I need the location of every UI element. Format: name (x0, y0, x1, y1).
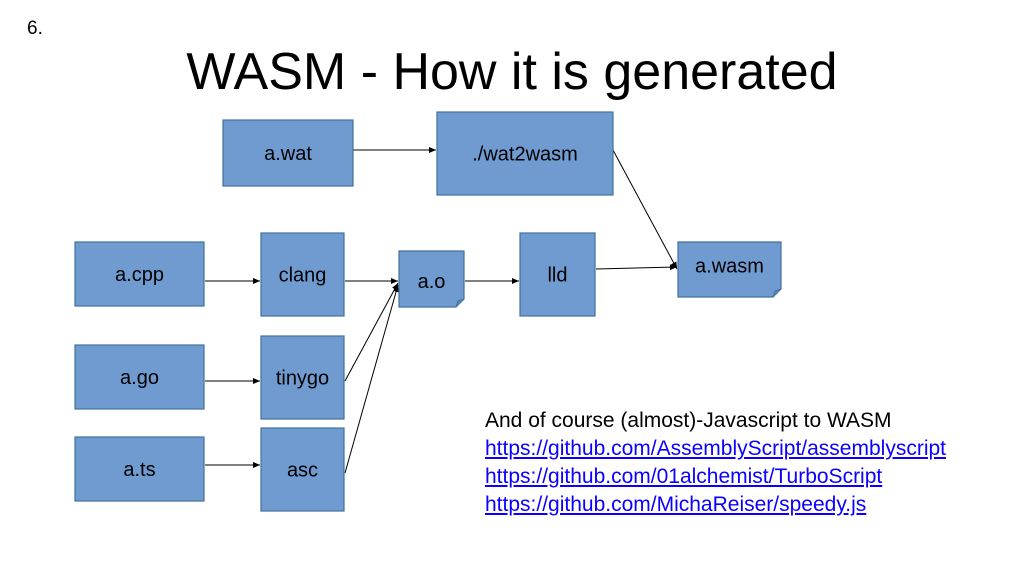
node-wat2wasm: ./wat2wasm (436, 111, 614, 196)
notes-heading: And of course (almost)-Javascript to WAS… (485, 409, 892, 432)
node-lld: lld (519, 232, 596, 317)
edge-asc-to-a-o (344, 284, 399, 474)
node-a-wasm: a.wasm (677, 241, 782, 298)
edge-tinygo-to-a-o (344, 282, 399, 382)
node-label: asc (287, 460, 318, 482)
node-label: a.wasm (695, 256, 764, 278)
link-turboscript[interactable]: https://github.com/01alchemist/TurboScri… (485, 463, 946, 491)
node-clang: clang (260, 232, 345, 317)
link-speedyjs[interactable]: https://github.com/MichaReiser/speedy.js (485, 491, 946, 519)
node-label: clang (279, 265, 327, 287)
node-label: a.o (418, 271, 446, 293)
node-label: lld (547, 265, 567, 287)
node-label: tinygo (276, 368, 329, 390)
node-a-wat: a.wat (222, 119, 354, 187)
link-assemblyscript[interactable]: https://github.com/AssemblyScript/assemb… (485, 435, 946, 463)
node-label: a.go (120, 367, 159, 389)
node-asc: asc (260, 427, 345, 512)
node-label: ./wat2wasm (472, 144, 578, 166)
node-label: a.ts (123, 459, 155, 481)
node-a-go: a.go (74, 344, 205, 410)
notes-block: And of course (almost)-Javascript to WAS… (485, 407, 946, 519)
node-a-o: a.o (398, 250, 465, 308)
node-tinygo: tinygo (260, 335, 345, 420)
edge-lld-to-a-wasm (595, 264, 678, 271)
node-label: a.cpp (115, 264, 164, 286)
node-a-cpp: a.cpp (74, 241, 205, 307)
node-a-ts: a.ts (74, 436, 205, 502)
node-label: a.wat (264, 143, 312, 165)
edge-wat2wasm-to-a-wasm (612, 149, 678, 270)
